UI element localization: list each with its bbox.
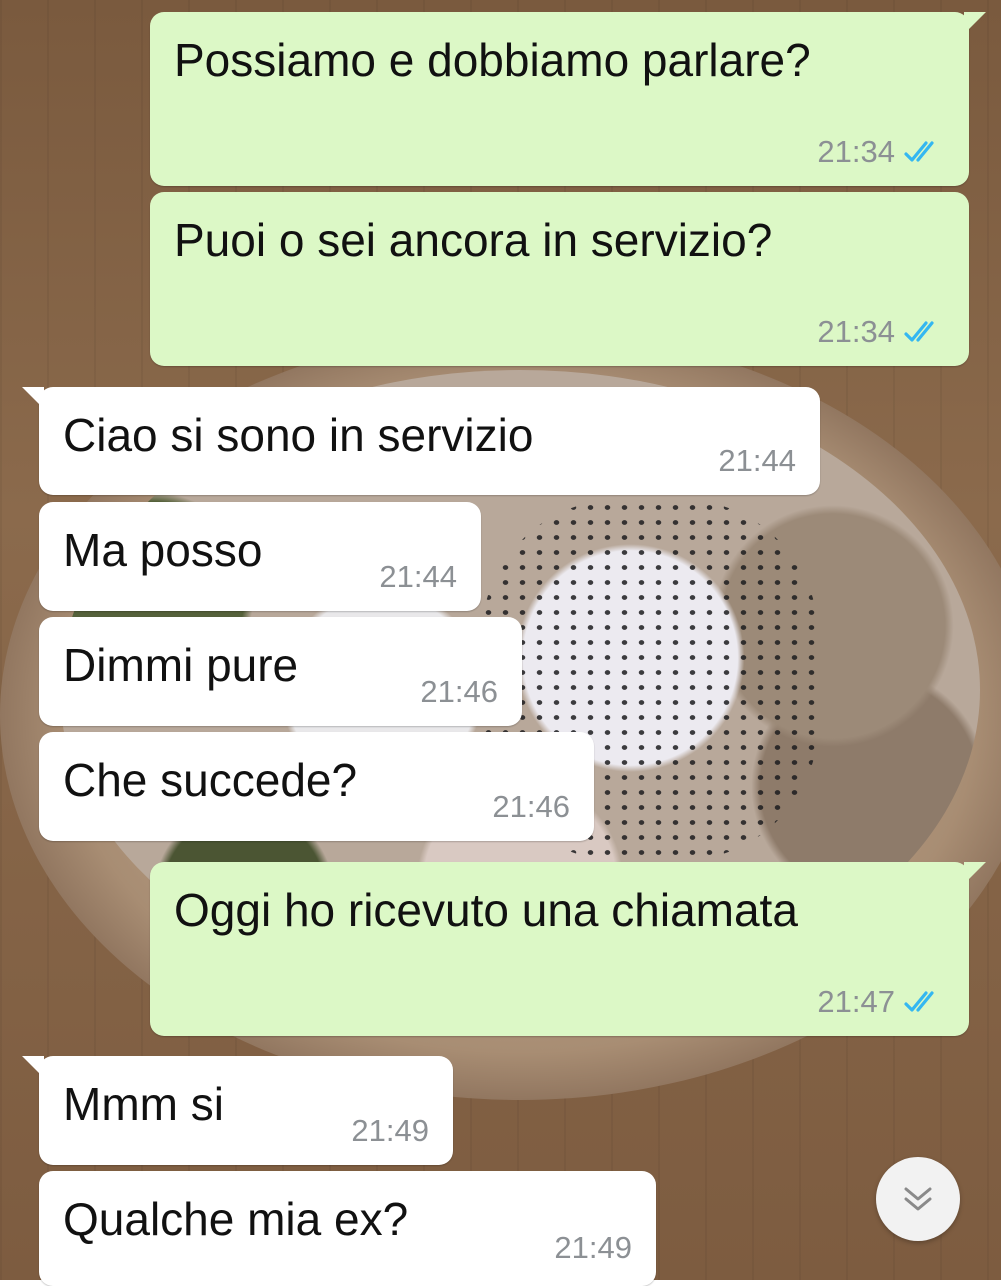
- message-meta: 21:44: [379, 559, 457, 595]
- bubble-tail: [964, 12, 986, 34]
- message-bubble-outgoing[interactable]: Possiamo e dobbiamo parlare? 21:34: [150, 12, 986, 186]
- message-text: Oggi ho ricevuto una chiamata: [174, 884, 798, 936]
- message-meta: 21:49: [351, 1113, 429, 1149]
- message-meta: 21:34: [817, 314, 945, 350]
- bubble-tail: [22, 387, 44, 409]
- message-bubble-incoming[interactable]: Qualche mia ex? 21:49: [39, 1171, 656, 1286]
- message-meta: 21:49: [554, 1230, 632, 1266]
- message-text: Possiamo e dobbiamo parlare?: [174, 34, 811, 86]
- message-meta: 21:34: [817, 134, 945, 170]
- message-text: Che succede?: [63, 754, 358, 806]
- message-timestamp: 21:49: [351, 1113, 429, 1148]
- message-bubble-incoming[interactable]: Dimmi pure 21:46: [39, 617, 522, 726]
- message-meta: 21:47: [817, 984, 945, 1020]
- message-text: Mmm si: [63, 1078, 224, 1130]
- message-meta: 21:46: [420, 674, 498, 710]
- double-chevron-down-icon: [904, 1187, 932, 1211]
- message-text: Qualche mia ex?: [63, 1193, 409, 1245]
- message-text: Ma posso: [63, 524, 263, 576]
- bubble-tail: [22, 1056, 44, 1078]
- double-check-icon: [904, 991, 934, 1012]
- message-timestamp: 21:47: [817, 984, 895, 1019]
- message-timestamp: 21:34: [817, 134, 895, 169]
- message-timestamp: 21:46: [420, 674, 498, 709]
- message-bubble-incoming[interactable]: Mmm si 21:49: [22, 1056, 453, 1165]
- message-bubble-incoming[interactable]: Che succede? 21:46: [39, 732, 594, 841]
- message-timestamp: 21:46: [492, 789, 570, 824]
- double-check-icon: [904, 321, 934, 342]
- message-timestamp: 21:44: [718, 443, 796, 478]
- message-bubble-outgoing[interactable]: Puoi o sei ancora in servizio? 21:34: [150, 192, 969, 366]
- message-bubble-outgoing[interactable]: Oggi ho ricevuto una chiamata 21:47: [150, 862, 986, 1036]
- message-text: Ciao si sono in servizio: [63, 409, 534, 461]
- message-bubble-incoming[interactable]: Ciao si sono in servizio 21:44: [22, 387, 820, 495]
- message-text: Dimmi pure: [63, 639, 299, 691]
- message-timestamp: 21:34: [817, 314, 895, 349]
- message-meta: 21:44: [718, 443, 796, 479]
- message-timestamp: 21:44: [379, 559, 457, 594]
- message-text: Puoi o sei ancora in servizio?: [174, 214, 773, 266]
- double-check-icon: [904, 141, 934, 162]
- message-bubble-incoming[interactable]: Ma posso 21:44: [39, 502, 481, 611]
- message-timestamp: 21:49: [554, 1230, 632, 1265]
- bubble-tail: [964, 862, 986, 884]
- scroll-to-bottom-button[interactable]: [876, 1157, 960, 1241]
- message-meta: 21:46: [492, 789, 570, 825]
